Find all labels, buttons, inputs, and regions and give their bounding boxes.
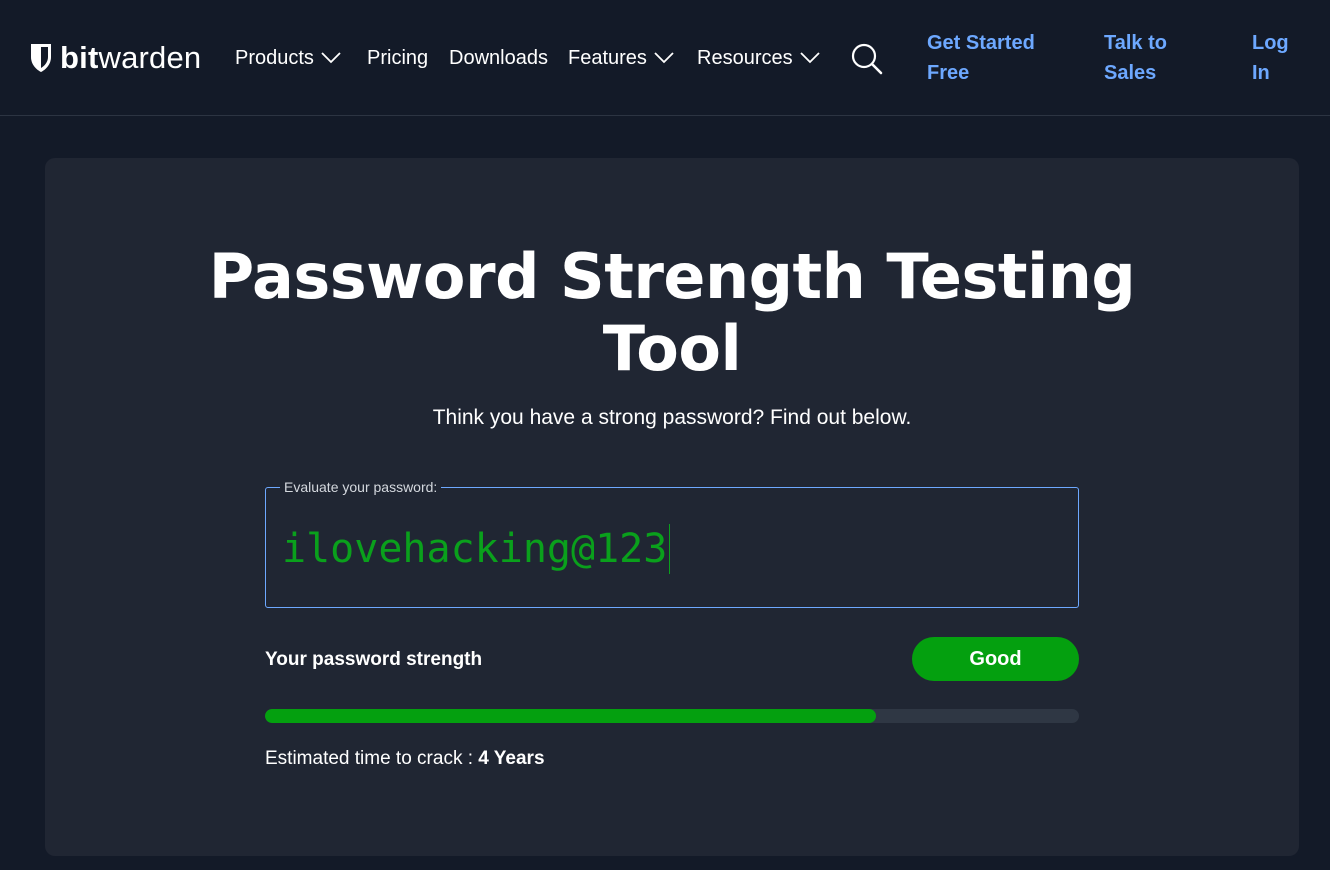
nav-features-label: Features bbox=[568, 47, 647, 69]
page-subtitle: Think you have a strong password? Find o… bbox=[432, 406, 912, 429]
talk-to-sales-line1: Talk to bbox=[1104, 32, 1167, 54]
talk-to-sales-link[interactable]: Talk to Sales bbox=[1104, 28, 1167, 88]
nav-resources[interactable]: Resources bbox=[697, 45, 820, 71]
strength-progress-bar bbox=[265, 709, 1079, 723]
nav-downloads[interactable]: Downloads bbox=[449, 45, 548, 71]
get-started-line2: Free bbox=[927, 62, 970, 84]
password-text: ilovehacking@123 bbox=[282, 526, 668, 572]
get-started-free-link[interactable]: Get Started Free bbox=[927, 28, 1035, 88]
chevron-down-icon bbox=[654, 52, 674, 64]
talk-to-sales-line2: Sales bbox=[1104, 62, 1157, 84]
nav-pricing[interactable]: Pricing bbox=[367, 45, 428, 71]
log-in-line2: In bbox=[1252, 62, 1270, 84]
password-tester-card: Password Strength Testing Tool Think you… bbox=[45, 158, 1299, 856]
page-title-line1: Password Strength Testing bbox=[208, 240, 1136, 313]
get-started-line1: Get Started bbox=[927, 32, 1035, 54]
page-title: Password Strength Testing Tool bbox=[45, 241, 1299, 385]
shield-logo-icon bbox=[31, 44, 51, 72]
nav-products[interactable]: Products bbox=[235, 45, 341, 71]
password-input-legend: Evaluate your password: bbox=[280, 479, 442, 495]
strength-rating-badge: Good bbox=[912, 637, 1079, 681]
password-input[interactable]: Evaluate your password: ilovehacking@123 bbox=[265, 479, 1079, 608]
nav-products-label: Products bbox=[235, 47, 314, 69]
strength-label: Your password strength bbox=[265, 649, 483, 670]
strength-progress-fill bbox=[265, 709, 876, 723]
nav-features[interactable]: Features bbox=[568, 45, 674, 71]
page-title-line2: Tool bbox=[602, 312, 742, 385]
crack-time-value: 4 Years bbox=[478, 748, 545, 769]
search-icon bbox=[851, 43, 883, 75]
crack-time-label: Estimated time to crack : bbox=[265, 748, 474, 769]
chevron-down-icon bbox=[321, 52, 341, 64]
nav-pricing-label: Pricing bbox=[367, 47, 429, 69]
chevron-down-icon bbox=[799, 52, 820, 64]
logo-wordmark: bitwarden bbox=[60, 40, 202, 75]
password-input-value[interactable]: ilovehacking@123 bbox=[282, 524, 671, 574]
nav-downloads-label: Downloads bbox=[449, 47, 548, 69]
crack-time: Estimated time to crack : 4 Years bbox=[265, 747, 545, 771]
nav-resources-label: Resources bbox=[697, 47, 793, 69]
log-in-link[interactable]: Log In bbox=[1252, 28, 1289, 88]
text-caret bbox=[669, 524, 671, 574]
bitwarden-logo[interactable]: bitwarden bbox=[30, 40, 201, 76]
search-button[interactable] bbox=[850, 42, 884, 76]
log-in-line1: Log bbox=[1252, 32, 1289, 54]
top-navigation: bitwarden Products Pricing Downloads Fea… bbox=[0, 0, 1330, 116]
